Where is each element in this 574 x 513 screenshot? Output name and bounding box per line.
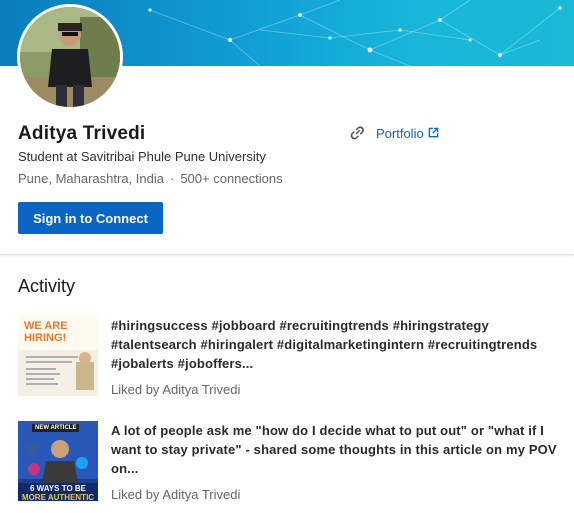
link-icon (350, 126, 364, 140)
activity-text[interactable]: #hiringsuccess #jobboard #recruitingtren… (111, 316, 571, 373)
activity-text[interactable]: A lot of people ask me "how do I decide … (111, 421, 571, 478)
activity-liked-by: Liked by Aditya Trivedi (111, 382, 241, 397)
profile-meta: Pune, Maharashtra, India · 500+ connection… (18, 171, 283, 186)
sign-in-to-connect-button[interactable]: Sign in to Connect (18, 202, 163, 234)
avatar (17, 4, 123, 110)
thumbnail-headline: WE ARE HIRING! (24, 320, 68, 344)
profile-connections: 500+ connections (180, 171, 283, 186)
external-link-icon (428, 127, 439, 137)
thumbnail-caption: MORE AUTHENTIC ON (21, 493, 95, 501)
activity-item[interactable]: NEW ARTICLE 6 WAYS TO BE MORE AUTHENTIC … (18, 421, 574, 503)
thumbnail-badge: NEW ARTICLE (32, 424, 80, 432)
activity-thumbnail: NEW ARTICLE 6 WAYS TO BE MORE AUTHENTIC … (18, 421, 98, 501)
activity-heading: Activity (18, 276, 76, 296)
meta-separator: · (169, 171, 175, 186)
profile-card: Aditya Trivedi Student at Savitribai Phu… (0, 0, 574, 255)
profile-headline: Student at Savitribai Phule Pune Univers… (18, 149, 266, 164)
activity-item[interactable]: WE ARE HIRING! #hiringsuccess #jobboard … (18, 316, 574, 398)
portfolio-link[interactable]: Portfolio (348, 124, 439, 142)
profile-name: Aditya Trivedi (18, 123, 146, 144)
profile-location: Pune, Maharashtra, India (18, 171, 164, 186)
activity-thumbnail: WE ARE HIRING! (18, 316, 98, 396)
portfolio-label: Portfolio (376, 125, 424, 141)
thumbnail-caption: 6 WAYS TO BE (29, 484, 87, 493)
activity-liked-by: Liked by Aditya Trivedi (111, 487, 241, 502)
